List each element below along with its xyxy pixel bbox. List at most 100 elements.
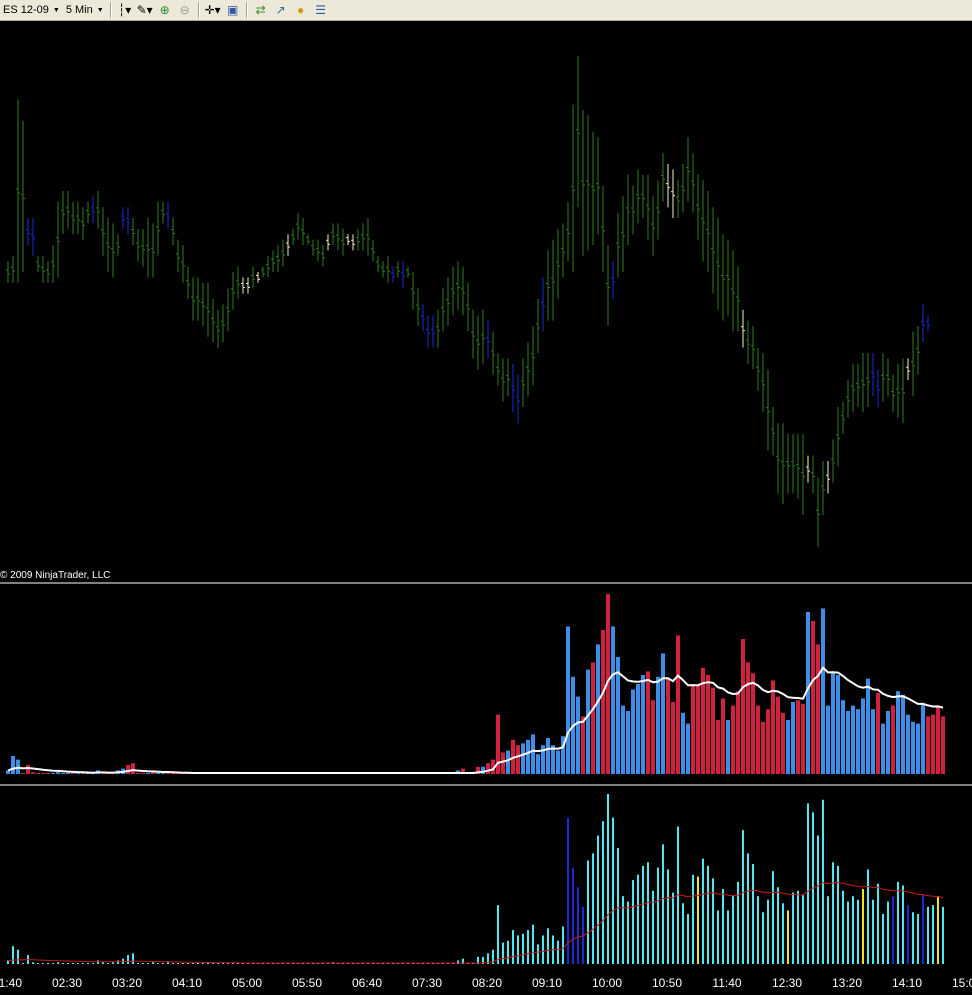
indicator-bar	[52, 963, 54, 964]
indicator-bar	[507, 940, 509, 964]
indicator-bar	[37, 963, 39, 964]
volume-bar	[766, 709, 770, 774]
volume-bar	[811, 621, 815, 774]
indicator-bar	[22, 963, 24, 964]
indicator-bar	[72, 963, 74, 964]
volume-bar	[26, 765, 30, 774]
properties-icon[interactable]: ▣	[225, 2, 241, 18]
volume-bar	[846, 711, 850, 774]
volume-bar	[11, 756, 15, 774]
indicator-bar	[212, 963, 214, 964]
indicator-bar	[602, 821, 604, 964]
strategies-icon[interactable]: ●	[293, 2, 309, 18]
indicators-icon[interactable]: ↗	[273, 2, 289, 18]
indicator-bar	[607, 794, 609, 964]
indicator-bar	[752, 864, 754, 964]
indicator-bar	[192, 963, 194, 964]
indicator-bar	[727, 910, 729, 964]
indicator-bar	[152, 962, 154, 964]
volume-bar	[861, 698, 865, 774]
volume-bar	[36, 773, 40, 774]
indicator-bar	[692, 874, 694, 964]
volume-bar	[531, 734, 535, 774]
chart-background	[0, 21, 972, 995]
zoom-in-icon[interactable]: ⊕	[157, 2, 173, 18]
indicator-bar	[767, 899, 769, 964]
indicator-bar	[622, 896, 624, 964]
indicator-bar	[862, 889, 864, 964]
volume-bar	[501, 752, 505, 774]
toolbar-divider	[245, 2, 248, 18]
time-tick-label: 13:20	[832, 976, 862, 990]
volume-bar	[891, 705, 895, 774]
toolbar-divider	[197, 2, 200, 18]
indicator-bar	[782, 903, 784, 964]
indicator-bar	[722, 889, 724, 964]
volume-bar	[866, 678, 870, 774]
indicator-bar	[787, 910, 789, 964]
indicator-bar	[557, 940, 559, 964]
volume-bar	[696, 685, 700, 774]
volume-bar	[71, 773, 75, 774]
indicator-bar	[857, 899, 859, 964]
volume-bar	[636, 684, 640, 774]
chart-list-icon[interactable]: ☰	[313, 2, 329, 18]
zoom-out-icon[interactable]: ⊖	[177, 2, 193, 18]
indicator-bar	[67, 963, 69, 964]
time-tick-label: 10:00	[592, 976, 622, 990]
volume-bar	[661, 653, 665, 774]
indicator-bar	[682, 903, 684, 964]
indicator-bar	[642, 865, 644, 964]
volume-bar	[851, 705, 855, 774]
indicator-bar	[87, 963, 89, 964]
volume-bar	[516, 745, 520, 774]
indicator-bar	[587, 860, 589, 964]
indicator-bar	[517, 935, 519, 964]
draw-pencil-icon[interactable]: ✎▾	[137, 2, 153, 18]
volume-bar	[926, 716, 930, 774]
indicator-bar	[717, 910, 719, 964]
volume-bar	[761, 721, 765, 774]
volume-bar	[576, 696, 580, 774]
volume-bar	[821, 608, 825, 774]
volume-bar	[901, 694, 905, 774]
volume-bar	[896, 691, 900, 774]
volume-bar	[621, 705, 625, 774]
indicator-bar	[177, 963, 179, 964]
volume-bar	[726, 720, 730, 774]
indicator-bar	[527, 930, 529, 964]
volume-bar	[506, 750, 510, 774]
indicator-bar	[592, 853, 594, 964]
indicator-bar	[817, 835, 819, 964]
instrument-selector[interactable]: ES 12-09 ▼	[0, 2, 63, 19]
volume-bar	[146, 773, 150, 774]
interval-selector[interactable]: 5 Min ▼	[63, 2, 107, 19]
indicator-bar	[922, 894, 924, 964]
indicator-bar	[772, 871, 774, 964]
time-tick-label: 01:40	[0, 976, 22, 990]
chevron-down-icon: ▼	[52, 6, 60, 14]
volume-bar	[486, 763, 490, 774]
indicator-bar	[597, 835, 599, 964]
bar-style-icon[interactable]: ┆▾	[117, 2, 133, 18]
crosshair-icon[interactable]: ✛▾	[205, 2, 221, 18]
volume-bar	[596, 644, 600, 774]
indicator-bar	[907, 905, 909, 964]
indicator-bar	[702, 858, 704, 964]
indicator-bar	[532, 924, 534, 964]
chart-area[interactable]: © 2009 NinjaTrader, LLC 01:40 02:30 03:20 0…	[0, 21, 972, 995]
volume-bar	[521, 743, 525, 774]
indicator-bar	[202, 963, 204, 964]
indicator-bar	[522, 933, 524, 964]
indicator-bar	[142, 963, 144, 964]
volume-bar	[756, 705, 760, 774]
volume-bar	[936, 705, 940, 774]
indicator-bar	[167, 962, 169, 964]
indicator-bar	[537, 944, 539, 964]
indicator-bar	[737, 881, 739, 964]
volume-bar	[681, 712, 685, 774]
volume-bar	[581, 716, 585, 774]
volume-bar	[536, 754, 540, 774]
volume-bar	[786, 720, 790, 774]
data-box-icon[interactable]: ⇄	[253, 2, 269, 18]
